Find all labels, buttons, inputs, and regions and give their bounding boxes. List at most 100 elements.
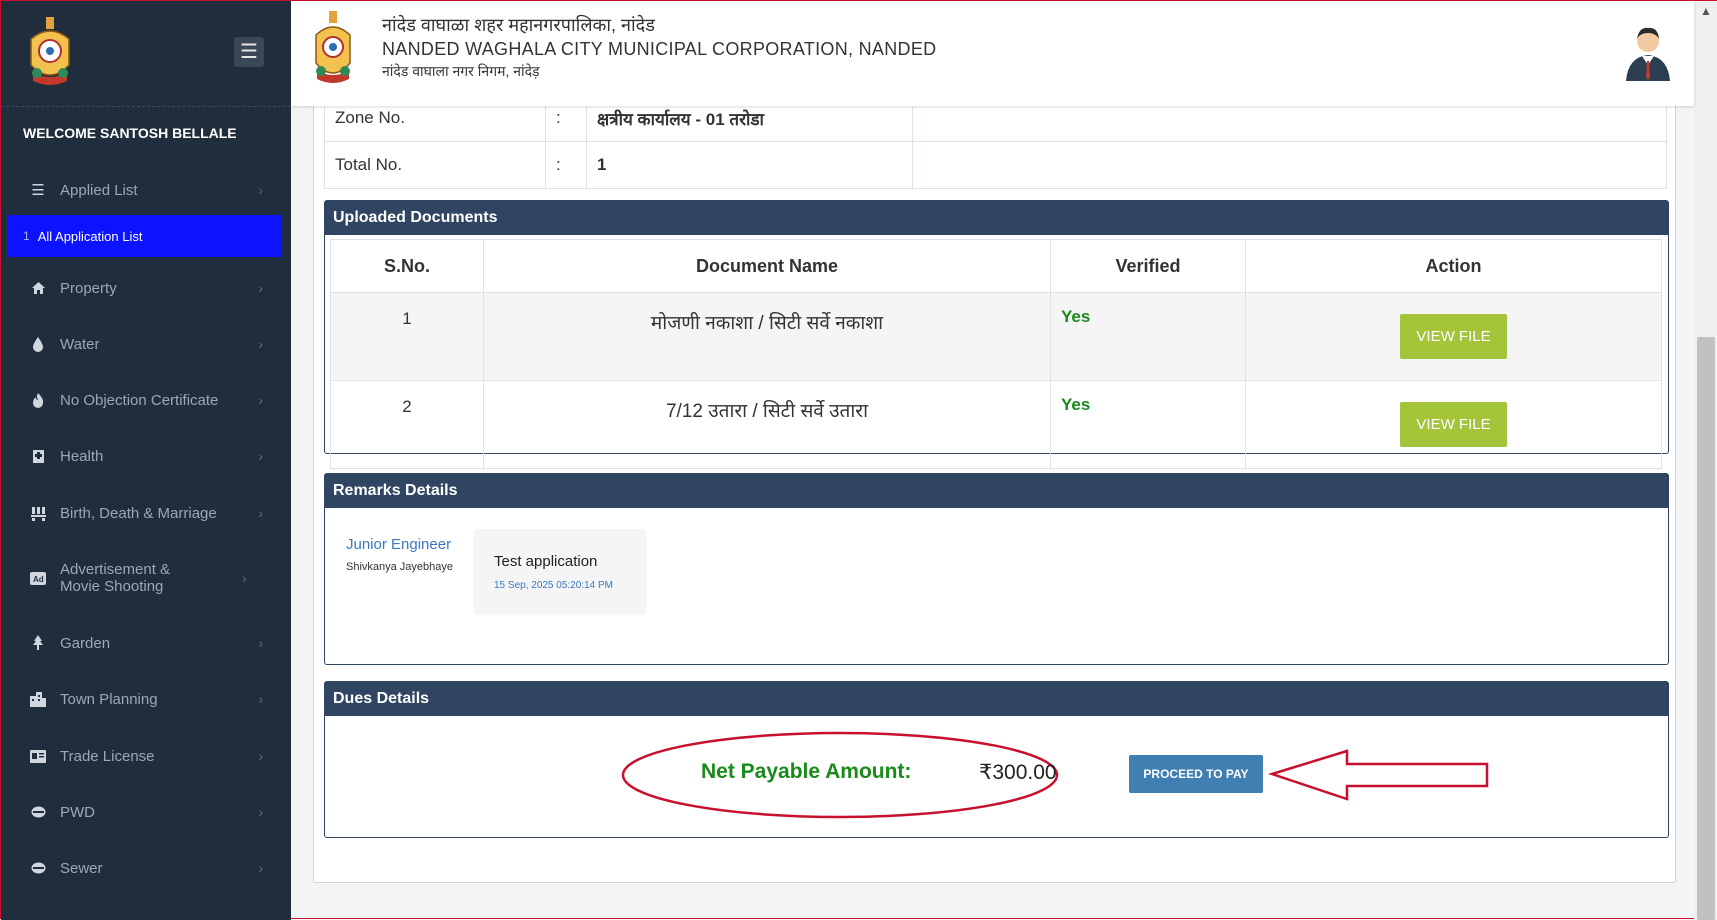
remark-bubble: Test application 15 Sep, 2025 05:20:14 P… xyxy=(474,529,646,613)
zone-value: क्षत्रीय कार्यालय - 01 तरोडा xyxy=(586,106,913,142)
total-value: 1 xyxy=(586,141,913,189)
family-icon xyxy=(30,506,46,521)
chevron-right-icon: › xyxy=(258,635,263,651)
home-icon xyxy=(30,281,46,295)
panel-title: Uploaded Documents xyxy=(325,201,1668,235)
table-row: Total No. : 1 xyxy=(324,141,1667,189)
sidebar-item-label: Water xyxy=(60,335,100,353)
remark-text: Test application xyxy=(494,553,598,570)
sidebar-item-town-planning[interactable]: Town Planning › xyxy=(1,677,291,721)
sub-item-number: 1 xyxy=(23,229,30,243)
cell-sno: 2 xyxy=(330,380,484,469)
remark-author-name: Shivkanya Jayebhaye xyxy=(346,561,454,573)
scroll-up-icon[interactable]: ▲ xyxy=(1694,1,1717,21)
chevron-right-icon: › xyxy=(258,505,263,521)
sidebar-item-noc[interactable]: No Objection Certificate › xyxy=(1,378,291,422)
header-logo xyxy=(315,11,351,83)
documents-table: S.No. Document Name Verified Action 1 मो… xyxy=(330,239,1662,469)
chevron-right-icon: › xyxy=(258,448,263,464)
cell-action: VIEW FILE xyxy=(1245,292,1662,381)
column-header: Document Name xyxy=(483,239,1051,293)
sidebar-item-label: Birth, Death & Marriage xyxy=(60,504,217,522)
sidebar-header: ☰ xyxy=(1,1,291,107)
dues-details-panel: Dues Details Net Payable Amount: ₹300.00… xyxy=(324,681,1669,838)
net-payable-label: Net Payable Amount: xyxy=(701,760,912,783)
sidebar-item-trade-license[interactable]: Trade License › xyxy=(1,734,291,778)
building-icon xyxy=(30,691,46,707)
separator: : xyxy=(545,106,587,142)
application-info-table: Zone No. : क्षत्रीय कार्यालय - 01 तरोडा … xyxy=(324,106,1667,189)
chevron-right-icon: › xyxy=(258,182,263,198)
panel-title: Dues Details xyxy=(325,682,1668,716)
page-scrollbar[interactable]: ▲ xyxy=(1694,1,1717,920)
sidebar-item-label: Sewer xyxy=(60,859,103,877)
sidebar-item-birth-death-marriage[interactable]: Birth, Death & Marriage › xyxy=(1,491,291,535)
sidebar-item-label: No Objection Certificate xyxy=(60,391,219,409)
sidebar-item-pwd[interactable]: PWD › xyxy=(1,790,291,834)
corporation-name: नांदेड वाघाळा शहर महानगरपालिका, नांदेड N… xyxy=(382,13,936,81)
menu-toggle-button[interactable]: ☰ xyxy=(234,37,264,67)
table-row: Zone No. : क्षत्रीय कार्यालय - 01 तरोडा xyxy=(324,106,1667,142)
sidebar-item-property[interactable]: Property › xyxy=(1,266,291,310)
sidebar-item-sewer[interactable]: Sewer › xyxy=(1,846,291,890)
sidebar-item-label: Property xyxy=(60,279,117,297)
view-file-button[interactable]: VIEW FILE xyxy=(1400,314,1507,359)
panel-title: Remarks Details xyxy=(325,474,1668,508)
table-header-row: S.No. Document Name Verified Action xyxy=(330,239,1662,293)
net-payable-amount: ₹300.00 xyxy=(979,761,1057,784)
user-avatar-icon[interactable] xyxy=(1623,25,1673,81)
sidebar-item-all-application-list[interactable]: 1 All Application List xyxy=(8,215,281,257)
zone-label: Zone No. xyxy=(324,106,546,142)
table-row: 1 मोजणी नकाशा / सिटी सर्वे नकाशा Yes VIE… xyxy=(330,292,1662,381)
chevron-right-icon: › xyxy=(242,570,247,586)
sidebar-item-label: Garden xyxy=(60,634,111,652)
remark-timestamp: 15 Sep, 2025 05:20:14 PM xyxy=(494,580,613,591)
cell-action: VIEW FILE xyxy=(1245,380,1662,469)
svg-text:Ad: Ad xyxy=(33,575,44,584)
chevron-right-icon: › xyxy=(258,691,263,707)
sidebar-item-label: Trade License xyxy=(60,747,155,765)
column-header: S.No. xyxy=(330,239,484,293)
column-header: Verified xyxy=(1050,239,1246,293)
sidebar-item-applied-list[interactable]: ☰ Applied List › xyxy=(1,168,291,212)
chevron-right-icon: › xyxy=(258,336,263,352)
sidebar-item-health[interactable]: Health › xyxy=(1,434,291,478)
remark-author-role: Junior Engineer xyxy=(346,536,452,553)
scrollbar-thumb[interactable] xyxy=(1697,337,1715,920)
sidebar-item-label: Advertisement & Movie Shooting xyxy=(60,561,171,595)
chevron-right-icon: › xyxy=(258,392,263,408)
sidebar-item-label: Town Planning xyxy=(60,690,158,708)
list-icon: ☰ xyxy=(31,182,45,199)
empty-cell xyxy=(912,106,1667,142)
cell-document-name: 7/12 उतारा / सिटी सर्वे उतारा xyxy=(483,380,1051,469)
remarks-details-panel: Remarks Details Junior Engineer Shivkany… xyxy=(324,473,1669,665)
sidebar-item-water[interactable]: Water › xyxy=(1,322,291,366)
road-icon xyxy=(30,806,46,818)
corporation-name-marathi: नांदेड वाघाळा शहर महानगरपालिका, नांदेड xyxy=(382,15,655,35)
pipe-icon xyxy=(30,862,46,874)
view-file-button[interactable]: VIEW FILE xyxy=(1400,402,1507,447)
welcome-text: WELCOME SANTOSH BELLALE xyxy=(23,125,237,141)
sidebar-item-label: Health xyxy=(60,447,104,465)
chevron-right-icon: › xyxy=(258,804,263,820)
app-frame: ☰ WELCOME SANTOSH BELLALE ☰ Applied List… xyxy=(0,0,1717,920)
hospital-icon xyxy=(30,448,46,464)
top-header: नांदेड वाघाळा शहर महानगरपालिका, नांदेड N… xyxy=(291,1,1694,106)
chevron-right-icon: › xyxy=(258,748,263,764)
sidebar-item-advertisement[interactable]: Ad Advertisement & Movie Shooting › xyxy=(1,556,291,600)
uploaded-documents-panel: Uploaded Documents S.No. Document Name V… xyxy=(324,200,1669,469)
sidebar-item-label: Applied List xyxy=(60,181,138,199)
corporation-logo xyxy=(30,17,70,85)
ad-icon: Ad xyxy=(30,571,46,585)
sidebar-item-label: All Application List xyxy=(37,228,143,244)
sidebar-item-garden[interactable]: Garden › xyxy=(1,621,291,665)
sidebar: ☰ WELCOME SANTOSH BELLALE ☰ Applied List… xyxy=(1,1,291,920)
separator: : xyxy=(545,141,587,189)
empty-cell xyxy=(912,141,1667,189)
cell-document-name: मोजणी नकाशा / सिटी सर्वे नकाशा xyxy=(483,292,1051,381)
cell-sno: 1 xyxy=(330,292,484,381)
id-card-icon xyxy=(30,749,46,763)
proceed-to-pay-button[interactable]: PROCEED TO PAY xyxy=(1129,755,1263,793)
annotation-arrow xyxy=(1267,749,1489,801)
main-content: Zone No. : क्षत्रीय कार्यालय - 01 तरोडा … xyxy=(291,106,1694,920)
